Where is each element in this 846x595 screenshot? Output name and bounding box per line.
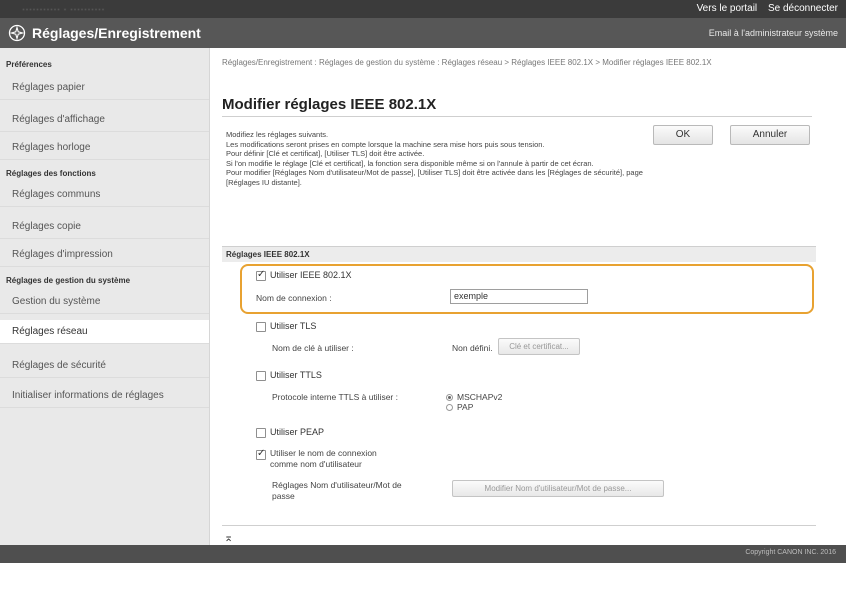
app-title: Réglages/Enregistrement bbox=[32, 25, 201, 41]
sidebar-item-copy[interactable]: Réglages copie bbox=[0, 215, 209, 239]
userpass-label: Réglages Nom d'utilisateur/Mot de passe bbox=[272, 480, 402, 501]
sidebar-item-security[interactable]: Réglages de sécurité bbox=[0, 354, 209, 378]
footer-bar: Copyright CANON INC. 2016 bbox=[0, 545, 846, 563]
page-title: Modifier réglages IEEE 802.1X bbox=[222, 96, 437, 113]
sidebar-item-common[interactable]: Réglages communs bbox=[0, 183, 209, 207]
main-content: Réglages/Enregistrement : Réglages de ge… bbox=[210, 48, 846, 545]
use-login-as-user-label: Utiliser le nom de connexion comme nom d… bbox=[270, 448, 377, 469]
ieee-settings-section: Réglages IEEE 802.1X Utiliser IEEE 802.1… bbox=[222, 246, 816, 554]
mschap-radio[interactable] bbox=[446, 394, 453, 401]
pap-radio[interactable] bbox=[446, 404, 453, 411]
intro-line: Modifiez les réglages suivants. bbox=[226, 130, 329, 139]
back-to-top-icon[interactable]: ⌅ bbox=[224, 533, 233, 544]
ttls-protocol-label: Protocole interne TTLS à utiliser : bbox=[272, 392, 398, 402]
top-links: Vers le portail Se déconnecter bbox=[689, 3, 838, 14]
use-peap-checkbox[interactable] bbox=[256, 428, 266, 438]
sidebar-group-preferences: Préférences bbox=[6, 60, 52, 69]
sidebar-item-system-management[interactable]: Gestion du système bbox=[0, 290, 209, 314]
copyright: Copyright CANON INC. 2016 bbox=[745, 549, 836, 556]
key-name-value: Non défini. bbox=[452, 343, 493, 353]
sidebar-item-clock[interactable]: Réglages horloge bbox=[0, 136, 209, 160]
key-name-label: Nom de clé à utiliser : bbox=[272, 343, 354, 353]
intro-line: Les modifications seront prises en compt… bbox=[226, 139, 545, 149]
use-ieee-label: Utiliser IEEE 802.1X bbox=[270, 270, 352, 280]
key-cert-button[interactable]: Clé et certificat... bbox=[498, 338, 580, 355]
title-divider bbox=[222, 116, 812, 117]
sidebar-item-initialize[interactable]: Initialiser informations de réglages bbox=[0, 384, 209, 408]
use-ttls-label: Utiliser TTLS bbox=[270, 370, 322, 380]
top-bar: ··········· · ·········· Vers le portail… bbox=[0, 0, 846, 18]
sidebar-group-functions: Réglages des fonctions bbox=[6, 169, 96, 178]
model-name: ··········· · ·········· bbox=[22, 4, 105, 14]
section-heading: Réglages IEEE 802.1X bbox=[222, 247, 816, 262]
sidebar-item-paper[interactable]: Réglages papier bbox=[0, 76, 209, 100]
portal-link[interactable]: Vers le portail bbox=[697, 3, 758, 14]
login-name-label: Nom de connexion : bbox=[256, 293, 332, 303]
use-peap-label: Utiliser PEAP bbox=[270, 427, 325, 437]
use-tls-label: Utiliser TLS bbox=[270, 321, 317, 331]
app-header: Réglages/Enregistrement Email à l'admini… bbox=[0, 18, 846, 48]
intro-text: Modifiez les réglages suivants. Les modi… bbox=[226, 130, 646, 188]
intro-line: Pour définir [Clé et certificat], [Utili… bbox=[226, 149, 425, 159]
logout-link[interactable]: Se déconnecter bbox=[768, 3, 838, 14]
intro-line: Pour modifier [Réglages Nom d'utilisateu… bbox=[226, 168, 643, 187]
breadcrumb: Réglages/Enregistrement : Réglages de ge… bbox=[222, 58, 712, 67]
sidebar-item-display[interactable]: Réglages d'affichage bbox=[0, 108, 209, 132]
login-name-input[interactable]: exemple bbox=[450, 289, 588, 304]
use-ieee-checkbox[interactable] bbox=[256, 269, 266, 281]
section-bottom-rule bbox=[222, 525, 816, 526]
sidebar-item-network[interactable]: Réglages réseau bbox=[0, 320, 209, 344]
use-login-as-user-checkbox[interactable] bbox=[256, 448, 266, 460]
email-admin-link[interactable]: Email à l'administrateur système bbox=[709, 28, 838, 38]
settings-logo-icon bbox=[8, 24, 26, 42]
pap-label: PAP bbox=[457, 402, 474, 412]
sidebar-group-system: Réglages de gestion du système bbox=[6, 276, 131, 285]
footer: Copyright CANON INC. 2016 bbox=[0, 545, 846, 595]
use-ttls-checkbox[interactable] bbox=[256, 371, 266, 381]
cancel-button[interactable]: Annuler bbox=[730, 125, 810, 145]
use-tls-checkbox[interactable] bbox=[256, 322, 266, 332]
sidebar: Préférences Réglages papier Réglages d'a… bbox=[0, 48, 210, 545]
userpass-button[interactable]: Modifier Nom d'utilisateur/Mot de passe.… bbox=[452, 480, 664, 497]
ok-button[interactable]: OK bbox=[653, 125, 713, 145]
sidebar-item-print[interactable]: Réglages d'impression bbox=[0, 243, 209, 267]
intro-line: Si l'on modifie le réglage [Clé et certi… bbox=[226, 158, 594, 168]
